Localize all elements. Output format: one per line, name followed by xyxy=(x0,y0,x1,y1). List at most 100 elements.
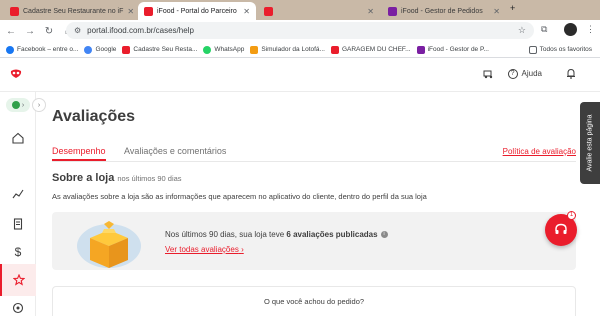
rate-page-tab[interactable]: Avalie esta página xyxy=(580,102,600,184)
order-feedback-card: O que você achou do pedido? xyxy=(52,286,576,316)
bookmark-lotofacil[interactable]: Simulador da Lotofá... xyxy=(250,45,325,54)
bookmark-facebook[interactable]: Facebook – entre o... xyxy=(6,45,79,54)
bookmark-whatsapp[interactable]: WhatsApp xyxy=(203,45,245,54)
section-title-text: Sobre a loja xyxy=(52,172,115,184)
back-icon[interactable]: ← xyxy=(3,23,19,39)
ifood-logo[interactable] xyxy=(9,68,23,80)
folder-icon xyxy=(528,45,537,54)
browser-tab-gestor[interactable]: iFood - Gestor de Pedidos ✕ xyxy=(382,2,506,20)
sidebar-item-target[interactable] xyxy=(0,292,36,316)
bookmark-star-icon[interactable]: ☆ xyxy=(518,25,526,36)
address-bar[interactable]: ⚙ portal.ifood.com.br/cases/help ☆ xyxy=(66,22,534,39)
chart-line-icon xyxy=(12,189,24,199)
chat-notification-badge: 1 xyxy=(567,211,576,220)
summary-count: 6 avaliações publicadas xyxy=(286,230,378,239)
section-subtitle: nos últimos 90 dias xyxy=(117,174,182,183)
bookmark-label: Todos os favoritos xyxy=(539,46,592,53)
help-icon: ? xyxy=(507,68,518,79)
lottery-icon xyxy=(250,45,259,54)
sidebar-collapse-button[interactable]: › xyxy=(32,98,46,112)
url-text: portal.ifood.com.br/cases/help xyxy=(87,26,194,35)
bookmark-label: GARAGEM DU CHEF... xyxy=(341,46,411,53)
close-icon[interactable]: ✕ xyxy=(243,7,250,16)
tab-label: iFood - Portal do Parceiro xyxy=(157,7,237,15)
info-icon[interactable]: i xyxy=(380,231,388,239)
delivery-icon[interactable] xyxy=(483,69,494,79)
sidebar-item-performance[interactable] xyxy=(0,178,36,210)
sidebar-item-home[interactable] xyxy=(0,122,36,154)
tab-label: Cadastre Seu Restaurante no iF xyxy=(23,7,124,15)
extensions-icon[interactable]: ⧉ xyxy=(541,24,547,35)
tab-label: iFood - Gestor de Pedidos xyxy=(401,7,483,15)
browser-tab-cadastre[interactable]: Cadastre Seu Restaurante no iF ✕ xyxy=(4,2,136,20)
reviews-summary-card: Nos últimos 90 dias, sua loja teve 6 ava… xyxy=(52,212,576,270)
browser-tab-unlabeled[interactable]: ✕ xyxy=(258,2,380,20)
portal-topbar: ? Ajuda xyxy=(0,58,600,92)
tab-performance[interactable]: Desempenho xyxy=(52,146,106,161)
browser-tab-strip: Cadastre Seu Restaurante no iF ✕ iFood -… xyxy=(0,0,600,20)
whatsapp-icon xyxy=(203,45,212,54)
tab-reviews-comments[interactable]: Avaliações e comentários xyxy=(124,146,226,159)
bell-icon[interactable] xyxy=(566,68,576,79)
bookmark-label: Cadastre Seu Resta... xyxy=(133,46,198,53)
page-title: Avaliações xyxy=(52,108,136,125)
help-label: Ajuda xyxy=(521,69,542,78)
bookmark-label: iFood - Gestor de P... xyxy=(427,46,489,53)
sidebar: › $ xyxy=(0,92,36,316)
star-icon xyxy=(13,274,25,286)
see-all-reviews-label: Ver todas avaliações xyxy=(165,245,239,254)
ifood-icon xyxy=(10,6,19,16)
document-icon xyxy=(13,218,23,230)
target-icon xyxy=(12,302,24,314)
summary-prefix: Nos últimos 90 dias, sua loja teve xyxy=(165,230,287,239)
close-icon[interactable]: ✕ xyxy=(367,7,374,16)
profile-avatar[interactable] xyxy=(564,23,577,36)
bookmark-cadastre[interactable]: Cadastre Seu Resta... xyxy=(122,45,198,54)
section-title: Sobre a loja nos últimos 90 dias xyxy=(52,172,182,184)
reviews-summary-text: Nos últimos 90 dias, sua loja teve 6 ava… xyxy=(165,230,388,239)
ifood-icon xyxy=(122,45,131,54)
ifood-portal: ? Ajuda › $ › Avaliações Desempenho Aval… xyxy=(0,58,600,316)
ifood-icon xyxy=(264,6,273,16)
see-all-reviews-link[interactable]: Ver todas avaliações › xyxy=(165,245,244,254)
help-button[interactable]: ? Ajuda xyxy=(507,68,542,79)
rate-page-label: Avalie esta página xyxy=(586,114,594,172)
bookmark-label: Simulador da Lotofá... xyxy=(261,46,325,53)
bookmark-label: WhatsApp xyxy=(214,46,245,53)
review-policy-link[interactable]: Política de avaliação xyxy=(503,147,576,156)
google-icon xyxy=(84,45,93,54)
bookmark-label: Facebook – entre o... xyxy=(17,46,79,53)
all-bookmarks[interactable]: Todos os favoritos xyxy=(528,45,592,54)
facebook-icon xyxy=(6,45,14,54)
dollar-icon: $ xyxy=(14,245,22,259)
browser-toolbar: ← → ↻ ⌂ ⚙ portal.ifood.com.br/cases/help… xyxy=(0,20,600,42)
new-tab-icon[interactable]: + xyxy=(510,3,515,13)
close-icon[interactable]: ✕ xyxy=(493,7,500,16)
browser-tab-portal[interactable]: iFood - Portal do Parceiro ✕ xyxy=(138,2,256,20)
ifood-gestor-icon xyxy=(388,6,397,16)
bookmark-garagem[interactable]: GARAGEM DU CHEF... xyxy=(330,45,411,54)
bookmark-label: Google xyxy=(95,46,117,53)
order-feedback-question: O que você achou do pedido? xyxy=(263,297,365,306)
headset-icon xyxy=(555,223,567,234)
bookmark-gestor[interactable]: iFood - Gestor de P... xyxy=(416,45,489,54)
reviews-tabs: Desempenho Avaliações e comentários Polí… xyxy=(52,146,576,162)
status-open-icon xyxy=(11,101,20,109)
chevron-down-icon: › xyxy=(21,101,25,109)
forward-icon[interactable]: → xyxy=(22,23,38,39)
chevron-right-icon: › xyxy=(37,101,41,109)
store-status-toggle[interactable]: › xyxy=(6,98,30,112)
ifood-icon xyxy=(330,45,339,54)
home-icon xyxy=(12,132,24,144)
site-info-icon[interactable]: ⚙ xyxy=(74,26,81,35)
ifood-gestor-icon xyxy=(416,45,425,54)
reload-icon[interactable]: ↻ xyxy=(41,23,57,39)
ifood-icon xyxy=(144,6,153,16)
section-description: As avaliações sobre a loja são as inform… xyxy=(52,192,427,201)
close-icon[interactable]: ✕ xyxy=(127,7,134,16)
browser-menu-icon[interactable]: ⋮ xyxy=(586,24,595,35)
gift-box-illustration xyxy=(77,221,141,268)
bookmarks-bar: Facebook – entre o... Google Cadastre Se… xyxy=(0,42,600,58)
chevron-right-icon: › xyxy=(241,245,244,254)
bookmark-google[interactable]: Google xyxy=(84,45,117,54)
